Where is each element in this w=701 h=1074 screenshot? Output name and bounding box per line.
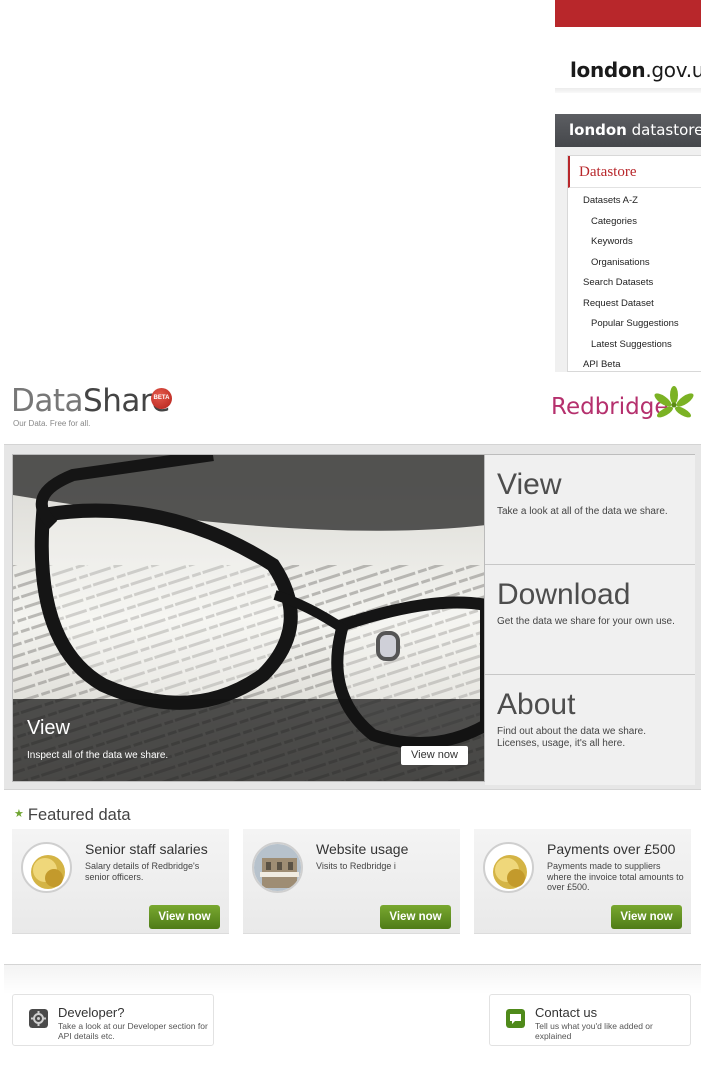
footer-contact-title: Contact us (535, 1005, 598, 1020)
featured-card-senior-salaries: Senior staff salaries Salary details of … (12, 829, 229, 934)
hero-side-view-title: View (497, 468, 562, 501)
nav-item-api-beta[interactable]: API Beta (568, 355, 701, 376)
gear-icon (29, 1009, 48, 1028)
featured-card-text: Payments made to suppliers where the inv… (547, 861, 684, 892)
featured-star-icon: ★ (14, 808, 24, 820)
featured-data-heading: ★ Featured data (14, 806, 131, 824)
nav-item-datasets-a-z[interactable]: Datasets A-Z (568, 191, 701, 212)
view-now-button[interactable]: View now (611, 905, 682, 929)
hero-side-download[interactable]: Download Get the data we share for your … (485, 565, 695, 675)
hero-side-about-text: Find out about the data we share. Licens… (497, 726, 646, 749)
featured-card-website-usage: Website usage Visits to Redbridge i View… (243, 829, 460, 934)
coins-icon (483, 842, 534, 893)
hero-section: View Inspect all of the data we share. V… (4, 444, 701, 790)
datastore-nav-box: Datastore Datasets A-Z Categories Keywor… (567, 155, 701, 372)
hero-side-view[interactable]: View Take a look at all of the data we s… (485, 455, 695, 565)
hero-side-about[interactable]: About Find out about the data we share. … (485, 675, 695, 785)
beta-badge: BETA (151, 388, 172, 409)
london-datastore-header[interactable]: london datastore (555, 114, 701, 147)
london-gov-logo[interactable]: london.gov.uk (570, 58, 701, 82)
featured-card-text: Salary details of Redbridge's senior off… (85, 861, 200, 882)
nav-item-request-dataset[interactable]: Request Dataset (568, 294, 701, 315)
redbridge-leaf-icon (654, 386, 694, 418)
hero-side-download-title: Download (497, 578, 631, 611)
view-now-button[interactable]: View now (149, 905, 220, 929)
datastore-nav-menu: Datasets A-Z Categories Keywords Organis… (568, 188, 701, 376)
hero-caption: View Inspect all of the data we share. V… (13, 699, 484, 781)
featured-card-title[interactable]: Website usage (316, 841, 408, 857)
datashare-logo[interactable]: DataShare (11, 383, 170, 419)
hero-side-about-title: About (497, 688, 576, 721)
view-now-button[interactable]: View now (380, 905, 451, 929)
featured-card-title[interactable]: Payments over £500 (547, 841, 675, 857)
nav-item-latest-suggestions[interactable]: Latest Suggestions (568, 335, 701, 356)
hero-side-view-text: Take a look at all of the data we share. (497, 506, 668, 517)
hero-caption-title: View (27, 717, 70, 739)
nav-item-organisations[interactable]: Organisations (568, 253, 701, 274)
footer-developer-title: Developer? (58, 1005, 125, 1020)
town-hall-icon (252, 842, 303, 893)
featured-card-payments: Payments over £500 Payments made to supp… (474, 829, 691, 934)
speech-bubble-icon (506, 1009, 525, 1028)
datastore-nav-panel: Datastore Datasets A-Z Categories Keywor… (555, 147, 701, 372)
footer-contact-box[interactable]: Contact us Tell us what you'd like added… (489, 994, 691, 1046)
hero-caption-text: Inspect all of the data we share. (27, 750, 169, 761)
datastore-nav-title[interactable]: Datastore (568, 156, 701, 188)
nav-item-search-datasets[interactable]: Search Datasets (568, 273, 701, 294)
footer-developer-box[interactable]: Developer? Take a look at our Developer … (12, 994, 214, 1046)
london-header-bar (555, 0, 701, 27)
nav-item-popular-suggestions[interactable]: Popular Suggestions (568, 314, 701, 335)
london-divider (555, 88, 701, 93)
footer-divider (4, 964, 701, 994)
hero-side-download-text: Get the data we share for your own use. (497, 616, 675, 627)
featured-card-title[interactable]: Senior staff salaries (85, 841, 208, 857)
nav-item-categories[interactable]: Categories (568, 212, 701, 233)
hero-side-menu: View Take a look at all of the data we s… (485, 454, 695, 785)
datashare-tagline: Our Data. Free for all. (13, 419, 91, 428)
nav-item-keywords[interactable]: Keywords (568, 232, 701, 253)
coins-icon (21, 842, 72, 893)
redbridge-logo[interactable]: Redbridge (551, 394, 669, 420)
hero-view-now-button[interactable]: View now (401, 746, 468, 765)
hero-image: View Inspect all of the data we share. V… (12, 454, 485, 782)
footer-contact-text: Tell us what you'd like added or explain… (535, 1021, 653, 1041)
featured-card-text: Visits to Redbridge i (316, 861, 396, 871)
footer-developer-text: Take a look at our Developer section for… (58, 1021, 208, 1041)
